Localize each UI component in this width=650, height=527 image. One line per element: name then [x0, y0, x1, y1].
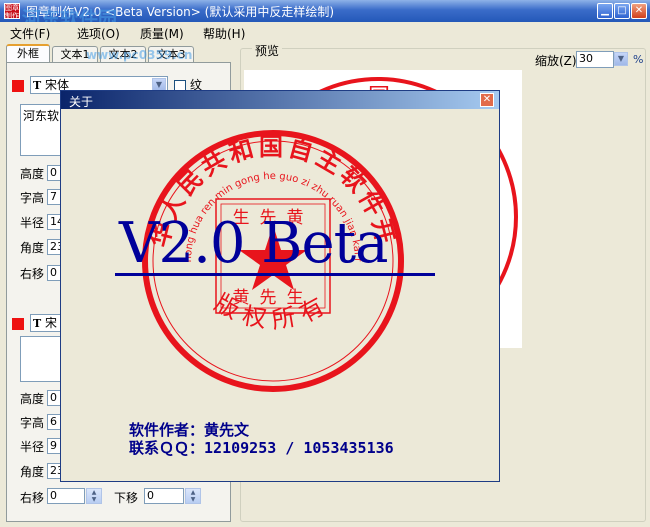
- text2-label-char-height: 字高: [20, 416, 45, 430]
- text2-content-input[interactable]: [20, 336, 62, 382]
- qq-line: 联系ＱＱ：12109253 / 1053435136: [129, 437, 394, 458]
- app-icon: 图章制作: [4, 3, 20, 20]
- text2-label-height: 高度: [20, 392, 45, 406]
- zoom-dropdown-icon[interactable]: ▼: [614, 52, 628, 66]
- text2-label-radius: 半径: [20, 440, 45, 454]
- text2-color-swatch[interactable]: [12, 318, 24, 330]
- text1-label-right-shift: 右移: [20, 267, 45, 281]
- text2-down-shift-input[interactable]: 0: [144, 488, 184, 504]
- preview-label: 预览: [252, 42, 283, 59]
- version-underline: [115, 273, 435, 276]
- text2-down-shift-spinner[interactable]: ▲ ▼: [185, 488, 201, 504]
- about-dialog-titlebar[interactable]: [61, 91, 499, 109]
- menu-help[interactable]: 帮助(H): [203, 25, 245, 42]
- text2-radius-input[interactable]: 9: [47, 438, 61, 454]
- text2-right-shift-input[interactable]: 0: [47, 488, 85, 504]
- text1-color-swatch[interactable]: [12, 80, 24, 92]
- version-text: V2.0 Beta: [119, 211, 388, 276]
- tab-frame[interactable]: 外框: [6, 44, 50, 63]
- text1-radius-input[interactable]: 14: [47, 214, 61, 230]
- text2-right-shift-spinner[interactable]: ▲ ▼: [86, 488, 102, 504]
- close-icon: ✕: [482, 94, 492, 105]
- maximize-button[interactable]: □: [614, 3, 630, 19]
- watermark-url: www.pc0359.cn: [86, 48, 193, 62]
- minimize-icon: ▁: [601, 5, 609, 16]
- text2-font-value: 宋: [45, 316, 58, 330]
- seal-square-bottom: 黄先生: [233, 288, 314, 308]
- font-type-icon: T: [33, 79, 42, 92]
- text1-char-height-input[interactable]: 7: [47, 189, 61, 205]
- menu-options[interactable]: 选项(O): [77, 25, 120, 42]
- maximize-icon: □: [617, 5, 627, 16]
- text1-height-input[interactable]: 0: [47, 165, 61, 181]
- zoom-unit: %: [633, 53, 644, 66]
- text1-label-radius: 半径: [20, 216, 45, 230]
- menu-file[interactable]: 文件(F): [10, 25, 50, 42]
- zoom-label: 缩放(Z): [535, 54, 577, 68]
- text2-angle-input[interactable]: 23: [47, 463, 61, 479]
- text1-label-angle: 角度: [20, 241, 45, 255]
- menu-quality[interactable]: 质量(M): [140, 25, 184, 42]
- about-dialog: 关于 ✕ 中华人民共和国自主软件开发 zhong hua ren min gon…: [60, 90, 500, 482]
- text1-label-char-height: 字高: [20, 191, 45, 205]
- qq-label: 联系ＱＱ：: [129, 439, 205, 457]
- text1-label-height: 高度: [20, 167, 45, 181]
- about-close-button[interactable]: ✕: [480, 93, 494, 107]
- text1-content-input[interactable]: 河东软: [20, 104, 62, 156]
- text2-label-right-shift: 右移: [20, 491, 45, 505]
- text1-angle-input[interactable]: 23: [47, 239, 61, 255]
- close-button[interactable]: ✕: [631, 3, 647, 19]
- about-dialog-title: 关于: [69, 95, 94, 109]
- text2-label-angle: 角度: [20, 465, 45, 479]
- text2-char-height-input[interactable]: 6: [47, 414, 61, 430]
- close-icon: ✕: [634, 5, 644, 16]
- zoom-input[interactable]: 30: [576, 51, 614, 68]
- text2-label-down-shift: 下移: [114, 491, 139, 505]
- minimize-button[interactable]: ▁: [597, 3, 613, 19]
- text1-right-shift-input[interactable]: 0: [47, 265, 61, 281]
- qq-value: 12109253 / 1053435136: [204, 439, 394, 457]
- font-type-icon: T: [33, 317, 42, 330]
- text2-height-input[interactable]: 0: [47, 390, 61, 406]
- text2-font-select[interactable]: T 宋: [30, 314, 62, 332]
